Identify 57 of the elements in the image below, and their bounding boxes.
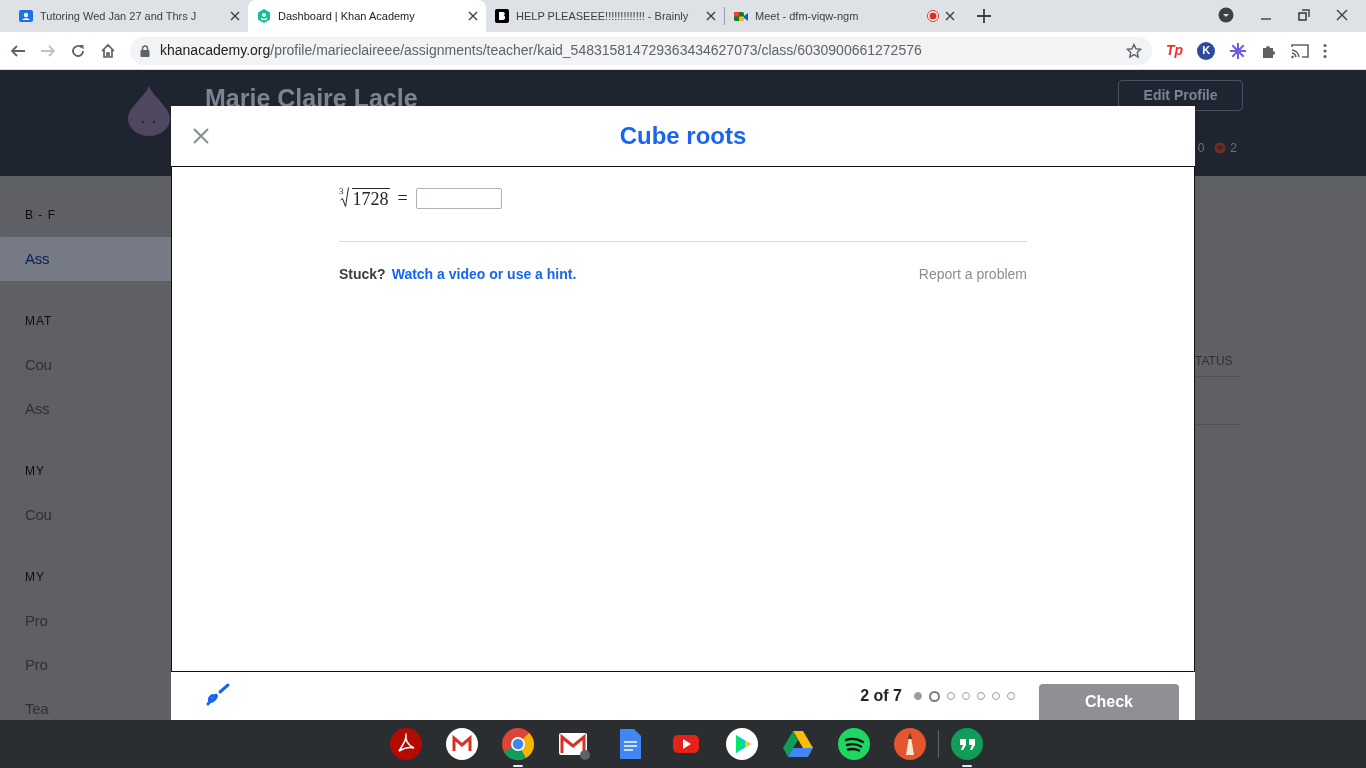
hint-link[interactable]: Watch a video or use a hint. bbox=[391, 264, 577, 285]
favicon-icon bbox=[18, 8, 34, 24]
sidebar-item[interactable]: Ass bbox=[0, 237, 171, 281]
radicand: 1728 bbox=[351, 187, 390, 209]
back-icon[interactable] bbox=[10, 42, 26, 59]
lock-icon bbox=[140, 44, 150, 57]
progress-text: 2 of 7 bbox=[860, 686, 902, 706]
browser-tab[interactable]: HELP PLEASEEE!!!!!!!!!!!!! - Brainly bbox=[486, 0, 724, 32]
more-icon[interactable] bbox=[1323, 42, 1328, 59]
radical-sign bbox=[339, 187, 349, 209]
sidebar-heading: B - F bbox=[24, 207, 57, 224]
app-icon[interactable] bbox=[950, 727, 984, 761]
close-icon[interactable] bbox=[945, 11, 955, 21]
new-tab-icon[interactable] bbox=[977, 9, 991, 23]
dialog-title: Cube roots bbox=[619, 121, 747, 151]
close-icon[interactable] bbox=[230, 11, 240, 21]
star-icon[interactable] bbox=[1126, 42, 1142, 59]
app-icon[interactable] bbox=[725, 727, 759, 761]
url-text: khanacademy.org/profile/marieclaireee/assignments/teacher/kaid_548315814729363434627073/class/6030900661272576 bbox=[160, 41, 922, 60]
browser-tab[interactable]: Tutoring Wed Jan 27 and Thrs J bbox=[10, 0, 248, 32]
close-icon[interactable] bbox=[706, 11, 716, 21]
favicon-icon bbox=[494, 8, 510, 24]
sidebar-heading: MAT bbox=[24, 313, 54, 330]
tab-title: Dashboard | Khan Academy bbox=[278, 8, 416, 24]
snowflake-icon[interactable] bbox=[1229, 41, 1248, 60]
close-icon[interactable] bbox=[1336, 9, 1348, 21]
extension-button[interactable]: Tp bbox=[1166, 40, 1184, 61]
report-link[interactable]: Report a problem bbox=[918, 264, 1027, 285]
app-icon[interactable] bbox=[501, 727, 535, 761]
badge-count: 2 bbox=[1230, 140, 1237, 157]
sidebar-heading: MY bbox=[24, 569, 46, 586]
home-icon[interactable] bbox=[100, 42, 116, 59]
address-bar[interactable]: khanacademy.org/profile/marieclaireee/assignments/teacher/kaid_548315814729363434627073/class/6030900661272576 bbox=[130, 36, 1152, 65]
browser-tab[interactable]: Meet - dfm-viqw-ngm bbox=[725, 0, 963, 32]
badge-count: 0 bbox=[1197, 140, 1205, 157]
favicon-icon bbox=[256, 8, 272, 24]
restore-icon[interactable] bbox=[1298, 9, 1310, 21]
answer-field[interactable] bbox=[415, 187, 502, 209]
app-icon[interactable] bbox=[893, 727, 927, 761]
extension-button[interactable]: K bbox=[1197, 41, 1216, 60]
app-icon[interactable] bbox=[837, 727, 871, 761]
heart-icon bbox=[1214, 142, 1227, 154]
stuck-label: Stuck? bbox=[339, 265, 386, 284]
sidebar-heading: MY bbox=[24, 463, 46, 480]
app-icon[interactable] bbox=[389, 727, 423, 761]
avatar-icon bbox=[127, 85, 171, 137]
tab-title: Meet - dfm-viqw-ngm bbox=[755, 8, 860, 24]
tab-search-icon[interactable] bbox=[1218, 7, 1234, 23]
browser-tab[interactable]: Dashboard | Khan Academy bbox=[248, 0, 486, 32]
equals-sign: = bbox=[397, 186, 408, 210]
close-icon[interactable] bbox=[468, 11, 478, 21]
tab-title: HELP PLEASEEE!!!!!!!!!!!!! - Brainly bbox=[516, 8, 690, 24]
cast-icon[interactable] bbox=[1291, 42, 1310, 59]
app-icon[interactable] bbox=[445, 727, 479, 761]
tab-title: Tutoring Wed Jan 27 and Thrs J bbox=[40, 8, 198, 24]
root-index: 3 bbox=[339, 185, 344, 198]
reload-icon[interactable] bbox=[70, 42, 86, 59]
